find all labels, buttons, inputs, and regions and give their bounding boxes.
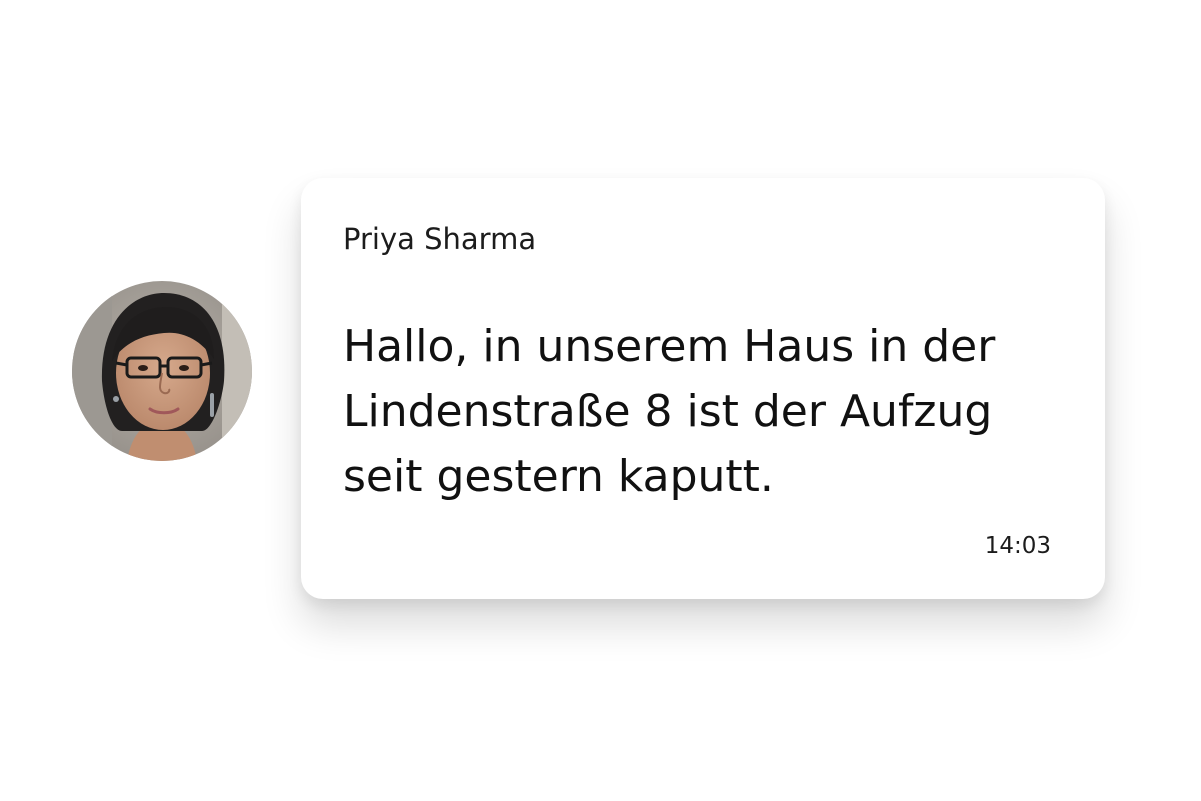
sender-name: Priya Sharma bbox=[343, 222, 537, 256]
profile-photo-icon bbox=[72, 281, 252, 461]
message-line: Lindenstraße 8 ist der Aufzug bbox=[343, 386, 993, 437]
avatar[interactable] bbox=[72, 281, 252, 461]
message-bubble[interactable]: Priya Sharma Hallo, in unserem Haus in d… bbox=[301, 178, 1105, 599]
message-text: Hallo, in unserem Haus in der Lindenstra… bbox=[343, 314, 1043, 509]
message-line: seit gestern kaputt. bbox=[343, 451, 774, 502]
message-timestamp: 14:03 bbox=[984, 533, 1051, 559]
chat-view: Priya Sharma Hallo, in unserem Haus in d… bbox=[0, 0, 1201, 801]
message-line: Hallo, in unserem Haus in der bbox=[343, 321, 996, 372]
